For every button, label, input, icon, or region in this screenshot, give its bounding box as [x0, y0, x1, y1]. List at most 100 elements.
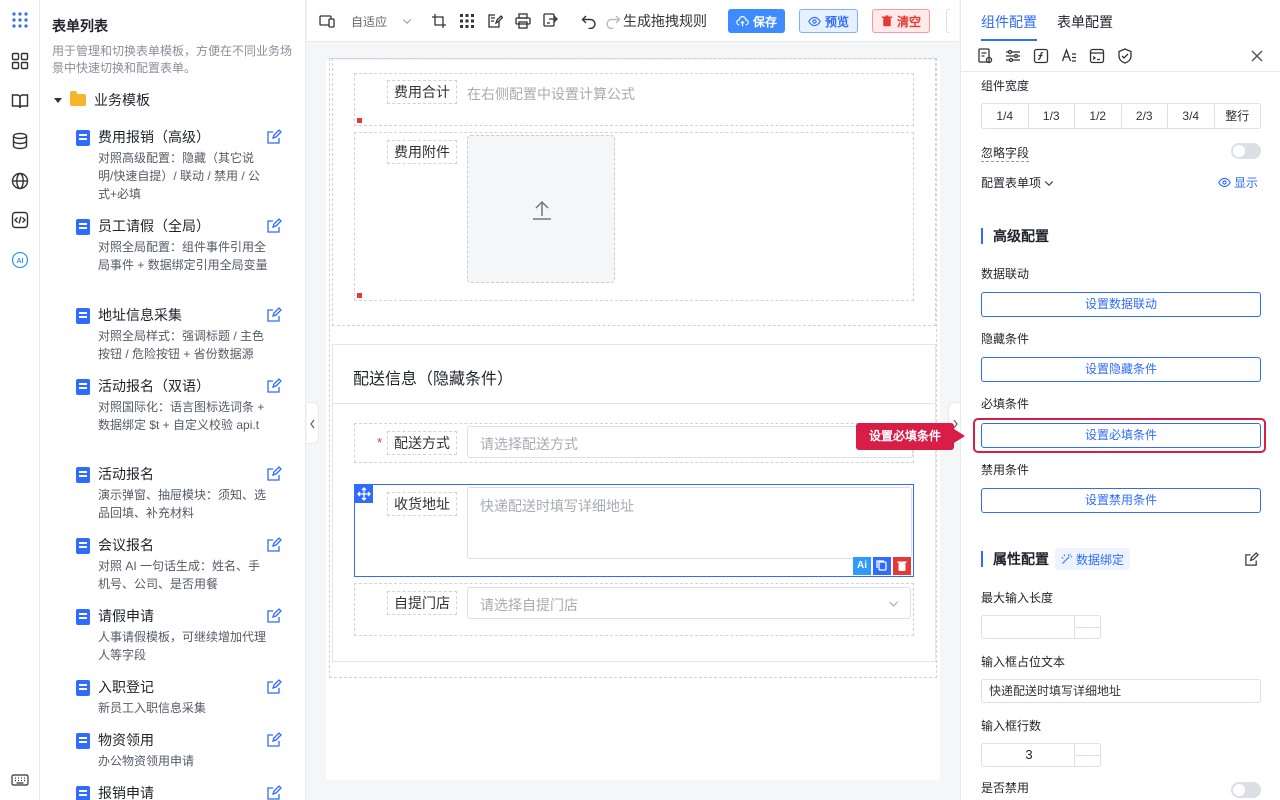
maxlen-input[interactable] [981, 615, 1101, 639]
save-button[interactable]: 保存 [728, 9, 786, 33]
address-field-selected[interactable]: 收货地址 快递配送时填写详细地址 Ai [354, 484, 914, 577]
show-toggle-link[interactable]: 显示 [1218, 174, 1258, 191]
form-list-panel: 表单列表 用于管理和切换表单模板，方便在不同业务场景中快速切换和配置表单。 业务… [40, 0, 306, 800]
linkage-label: 数据联动 [981, 267, 1030, 281]
edit-icon[interactable] [1244, 552, 1259, 567]
rows-input[interactable]: 3 [981, 743, 1101, 767]
function-icon[interactable] [1033, 48, 1051, 66]
shield-check-icon[interactable] [1117, 48, 1135, 66]
edit-icon[interactable] [266, 785, 282, 800]
form-list-description: 用于管理和切换表单模板，方便在不同业务场景中快速切换和配置表单。 [52, 44, 293, 75]
width-option[interactable]: 3/4 [1168, 104, 1215, 128]
generate-rule-button[interactable]: 生成拖拽规则 [605, 12, 707, 30]
width-option[interactable]: 1/2 [1075, 104, 1122, 128]
upload-box[interactable] [467, 135, 615, 283]
list-item-desc: 新员工入职信息采集 [98, 701, 207, 715]
document-icon [76, 733, 90, 749]
edit-icon[interactable] [266, 608, 282, 624]
edit-icon[interactable] [266, 218, 282, 234]
undo-icon[interactable] [581, 12, 597, 30]
delivery-method-field[interactable]: * 配送方式 请选择配送方式 [354, 423, 914, 463]
stepper-arrows[interactable] [1074, 744, 1101, 766]
ignore-field-toggle[interactable] [1231, 143, 1261, 159]
edit-doc-icon[interactable] [487, 12, 503, 30]
fee-total-field[interactable]: 费用合计 在右侧配置中设置计算公式 [354, 73, 914, 126]
edit-icon[interactable] [266, 679, 282, 695]
hidden-condition-label: 隐藏条件 [981, 332, 1030, 346]
rows-label: 输入框行数 [981, 719, 1042, 733]
code-icon[interactable] [10, 210, 30, 230]
tab-component-config[interactable]: 组件配置 [981, 12, 1037, 32]
set-hidden-condition-button[interactable]: 设置隐藏条件 [981, 357, 1261, 382]
is-disabled-toggle[interactable] [1231, 782, 1261, 798]
delivery-method-label: 配送方式 [387, 431, 457, 455]
set-linkage-button[interactable]: 设置数据联动 [981, 292, 1261, 317]
store-label: 自提门店 [387, 591, 457, 615]
width-option[interactable]: 1/3 [1029, 104, 1075, 128]
stepper-arrows[interactable] [1074, 616, 1101, 638]
set-disabled-condition-button[interactable]: 设置禁用条件 [981, 488, 1261, 513]
fee-attachment-field[interactable]: 费用附件 [354, 132, 914, 301]
resize-dot[interactable] [357, 118, 362, 123]
store-field[interactable]: 自提门店 请选择自提门店 [354, 583, 914, 636]
list-item-title: 物资领用 [98, 732, 154, 748]
ai-icon[interactable]: AI [10, 250, 30, 270]
delete-action-icon[interactable] [893, 557, 911, 575]
address-textarea[interactable]: 快递配送时填写详细地址 [467, 487, 912, 559]
form-props-icon[interactable] [977, 48, 995, 66]
document-icon [76, 680, 90, 696]
width-segmented: 1/4 1/3 1/2 2/3 3/4 整行 [981, 103, 1261, 129]
rows-value: 3 [1025, 747, 1033, 762]
keyboard-icon[interactable] [10, 770, 30, 790]
delivery-method-select[interactable]: 请选择配送方式 [467, 426, 913, 458]
edit-icon[interactable] [266, 378, 282, 394]
ai-action-icon[interactable]: Ai [853, 557, 871, 575]
move-icon [357, 487, 371, 501]
width-option[interactable]: 2/3 [1122, 104, 1168, 128]
width-option[interactable]: 1/4 [982, 104, 1029, 128]
more-button-edge[interactable] [946, 9, 950, 33]
drag-handle[interactable] [355, 485, 373, 503]
adapt-select[interactable]: 自适应 [351, 12, 413, 30]
database-icon[interactable] [10, 131, 30, 151]
resize-dot[interactable] [357, 293, 362, 298]
chevron-left-icon [310, 419, 315, 429]
config-item-dropdown[interactable]: 配置表单项 [981, 174, 1055, 191]
tab-form-config[interactable]: 表单配置 [1057, 12, 1113, 32]
edit-icon[interactable] [266, 732, 282, 748]
apps-grid-icon[interactable] [10, 10, 30, 30]
sliders-icon[interactable] [1005, 48, 1023, 66]
folder-business-templates[interactable]: 业务模板 [54, 90, 150, 110]
store-select[interactable]: 请选择自提门店 [467, 587, 911, 619]
book-icon[interactable] [10, 91, 30, 111]
text-style-icon[interactable] [1061, 48, 1079, 66]
components-icon[interactable] [10, 51, 30, 71]
print-icon[interactable] [515, 12, 531, 30]
config-tabs: 组件配置 表单配置 [961, 0, 1280, 42]
required-mark: * [377, 435, 383, 450]
edit-icon[interactable] [266, 537, 282, 553]
document-icon [76, 467, 90, 483]
grid-icon[interactable] [459, 12, 475, 30]
eye-icon [808, 16, 821, 26]
store-placeholder: 请选择自提门店 [480, 597, 578, 613]
address-label: 收货地址 [387, 492, 457, 516]
data-binding-tag[interactable]: 数据绑定 [1055, 548, 1131, 570]
edit-icon[interactable] [266, 307, 282, 323]
globe-icon[interactable] [10, 171, 30, 191]
close-icon[interactable] [1249, 48, 1267, 66]
import-icon[interactable] [543, 12, 559, 30]
form-canvas: 费用合计 在右侧配置中设置计算公式 费用附件 配送信息（隐藏条件） * 配送方式… [326, 58, 940, 780]
collapse-left-handle[interactable] [307, 402, 319, 444]
placeholder-input[interactable]: 快递配送时填写详细地址 [981, 679, 1261, 703]
edit-icon[interactable] [266, 466, 282, 482]
width-option[interactable]: 整行 [1215, 104, 1261, 128]
event-icon[interactable] [1089, 48, 1107, 66]
edit-icon[interactable] [266, 129, 282, 145]
preview-button[interactable]: 预览 [799, 9, 859, 33]
copy-action-icon[interactable] [873, 557, 891, 575]
crop-icon[interactable] [431, 12, 447, 30]
clear-button[interactable]: 清空 [872, 9, 931, 33]
device-icon[interactable] [319, 12, 335, 30]
document-icon [76, 609, 90, 625]
